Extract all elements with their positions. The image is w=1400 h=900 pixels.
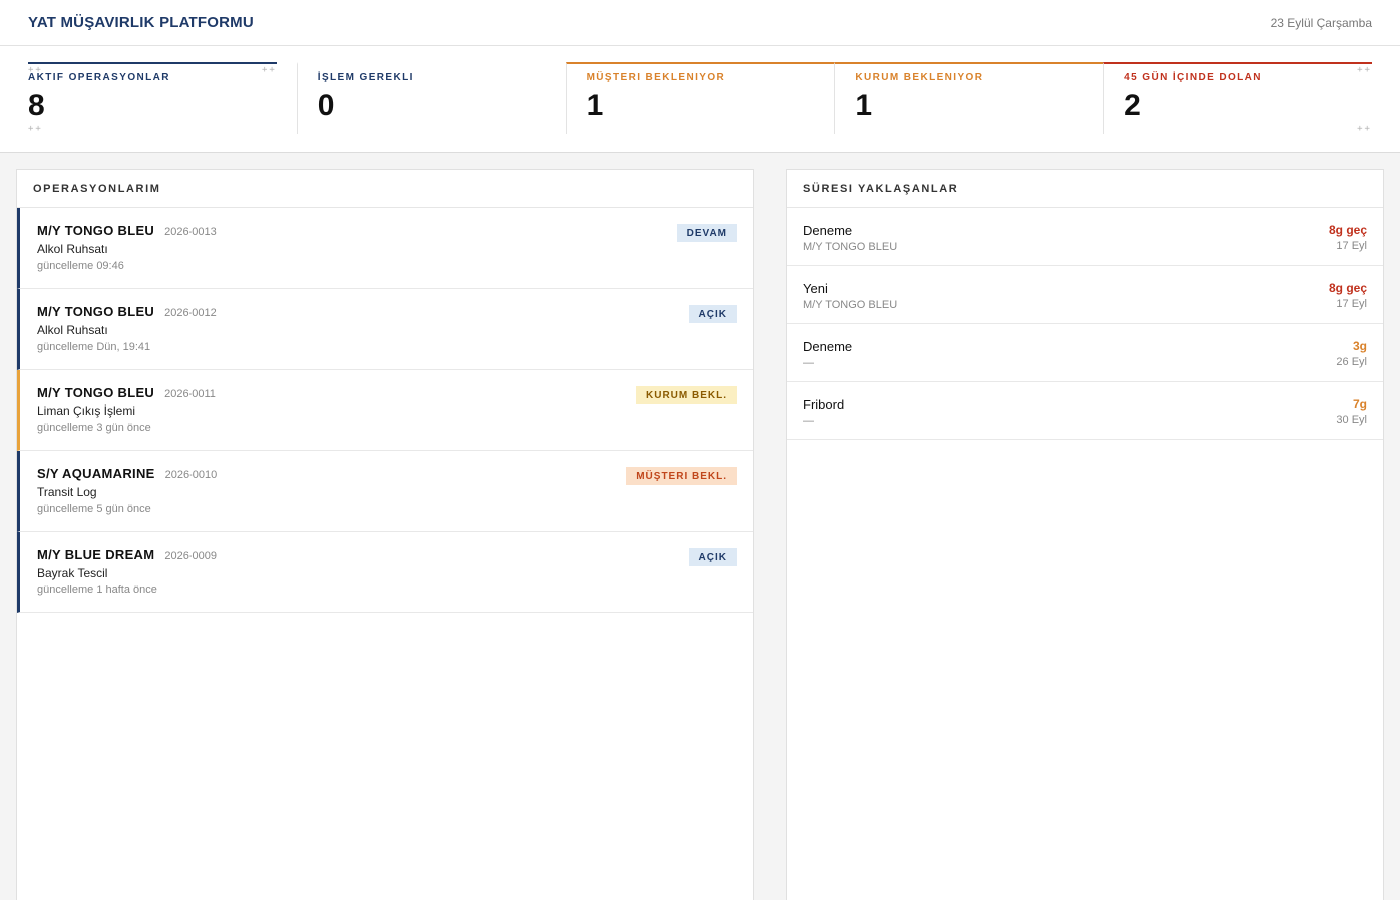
stat-label: MÜŞTERI BEKLENIYOR: [586, 72, 726, 83]
operation-type: Transit Log: [37, 485, 97, 499]
status-badge: KURUM BEKL.: [636, 386, 737, 404]
stat-label: KURUM BEKLENIYOR: [855, 72, 984, 83]
top-bar: YAT MÜŞAVIRLIK PLATFORMU 23 Eylül Çarşam…: [0, 0, 1400, 46]
corner-marker-icon: ++: [1357, 65, 1372, 75]
deadline-row[interactable]: Fribord — 7g 30 Eyl: [787, 382, 1383, 440]
vessel-name: M/Y TONGO BLEU: [37, 385, 155, 400]
deadline-remaining: 3g: [1352, 339, 1367, 353]
operations-panel-title: OPERASYONLARIM: [17, 170, 753, 208]
last-updated: güncelleme 09:46: [37, 260, 124, 272]
corner-marker-icon: ++: [28, 124, 43, 134]
deadline-vessel: M/Y TONGO BLEU: [803, 299, 898, 311]
deadline-title: Yeni: [803, 281, 828, 296]
stat-label: 45 GÜN İÇINDE DOLAN: [1124, 72, 1262, 83]
app-title: YAT MÜŞAVIRLIK PLATFORMU: [28, 14, 254, 31]
stat-awaiting-client[interactable]: MÜŞTERI BEKLENIYOR 1: [565, 62, 835, 134]
last-updated: güncelleme 3 gün önce: [37, 422, 151, 434]
operation-type: Alkol Ruhsatı: [37, 323, 108, 337]
deadline-remaining: 8g geç: [1328, 223, 1367, 237]
stat-label: AKTIF OPERASYONLAR: [28, 72, 170, 83]
operation-code: 2026-0013: [164, 226, 217, 238]
operation-row[interactable]: S/Y AQUAMARINE 2026-0010 Transit Log gün…: [17, 451, 753, 532]
status-badge: DEVAM: [676, 224, 737, 242]
operation-type: Bayrak Tescil: [37, 566, 108, 580]
last-updated: güncelleme 5 gün önce: [37, 503, 151, 515]
deadlines-panel-title: SÜRESI YAKLAŞANLAR: [787, 170, 1383, 208]
deadline-date: 17 Eyl: [1336, 240, 1367, 252]
operation-code: 2026-0010: [164, 469, 218, 481]
operation-row[interactable]: M/Y TONGO BLEU 2026-0012 Alkol Ruhsatı g…: [17, 289, 753, 370]
status-badge: AÇIK: [688, 305, 737, 323]
stat-active-operations[interactable]: ++ ++ ++ AKTIF OPERASYONLAR 8: [28, 62, 277, 134]
corner-marker-icon: ++: [261, 65, 277, 75]
status-badge: MÜŞTERI BEKL.: [626, 467, 737, 485]
stat-value: 2: [1124, 89, 1141, 122]
operation-code: 2026-0009: [164, 550, 217, 562]
vessel-name: M/Y TONGO BLEU: [37, 304, 155, 319]
corner-marker-icon: ++: [28, 65, 43, 75]
operation-code: 2026-0011: [164, 388, 216, 400]
deadline-title: Deneme: [803, 223, 853, 238]
status-badge: AÇIK: [688, 548, 737, 566]
operation-type: Alkol Ruhsatı: [37, 242, 108, 256]
main-content: OPERASYONLARIM M/Y TONGO BLEU 2026-0013 …: [0, 153, 1400, 900]
deadline-date: 17 Eyl: [1336, 298, 1367, 310]
stat-value: 1: [855, 89, 873, 122]
stat-action-required[interactable]: İŞLEM GEREKLI 0: [296, 62, 566, 134]
stats-bar: ++ ++ ++ AKTIF OPERASYONLAR 8 İŞLEM GERE…: [0, 46, 1400, 153]
stat-value: 8: [28, 89, 45, 122]
operation-row[interactable]: M/Y TONGO BLEU 2026-0011 Liman Çıkış İşl…: [17, 370, 753, 451]
deadline-remaining: 7g: [1352, 397, 1367, 411]
deadline-row[interactable]: Yeni M/Y TONGO BLEU 8g geç 17 Eyl: [787, 266, 1383, 324]
deadline-remaining: 8g geç: [1328, 281, 1367, 295]
deadline-title: Deneme: [803, 339, 853, 354]
stat-label: İŞLEM GEREKLI: [317, 72, 414, 83]
stat-value: 0: [317, 89, 335, 122]
deadline-date: 30 Eyl: [1336, 414, 1367, 426]
stat-expiring-45-days[interactable]: ++ ++ 45 GÜN İÇINDE DOLAN 2: [1103, 62, 1372, 134]
deadline-title: Fribord: [803, 397, 845, 412]
current-date: 23 Eylül Çarşamba: [1270, 15, 1372, 30]
deadline-row[interactable]: Deneme — 3g 26 Eyl: [787, 324, 1383, 382]
operation-code: 2026-0012: [164, 307, 217, 319]
vessel-name: M/Y TONGO BLEU: [37, 223, 155, 238]
deadline-vessel: —: [803, 357, 814, 369]
operation-row[interactable]: M/Y BLUE DREAM 2026-0009 Bayrak Tescil g…: [17, 532, 753, 613]
last-updated: güncelleme 1 hafta önce: [37, 584, 157, 596]
operations-panel: OPERASYONLARIM M/Y TONGO BLEU 2026-0013 …: [16, 169, 754, 900]
deadline-vessel: —: [803, 415, 814, 427]
deadline-row[interactable]: Deneme M/Y TONGO BLEU 8g geç 17 Eyl: [787, 208, 1383, 266]
deadlines-panel: SÜRESI YAKLAŞANLAR Deneme M/Y TONGO BLEU…: [786, 169, 1384, 900]
deadline-vessel: M/Y TONGO BLEU: [803, 241, 898, 253]
stat-awaiting-authority[interactable]: KURUM BEKLENIYOR 1: [834, 62, 1104, 134]
deadline-date: 26 Eyl: [1336, 356, 1367, 368]
last-updated: güncelleme Dün, 19:41: [37, 341, 151, 353]
corner-marker-icon: ++: [1357, 124, 1372, 134]
operation-type: Liman Çıkış İşlemi: [37, 404, 136, 418]
vessel-name: M/Y BLUE DREAM: [37, 547, 155, 562]
vessel-name: S/Y AQUAMARINE: [37, 466, 155, 481]
stat-value: 1: [586, 89, 604, 122]
operation-row[interactable]: M/Y TONGO BLEU 2026-0013 Alkol Ruhsatı g…: [17, 208, 753, 289]
